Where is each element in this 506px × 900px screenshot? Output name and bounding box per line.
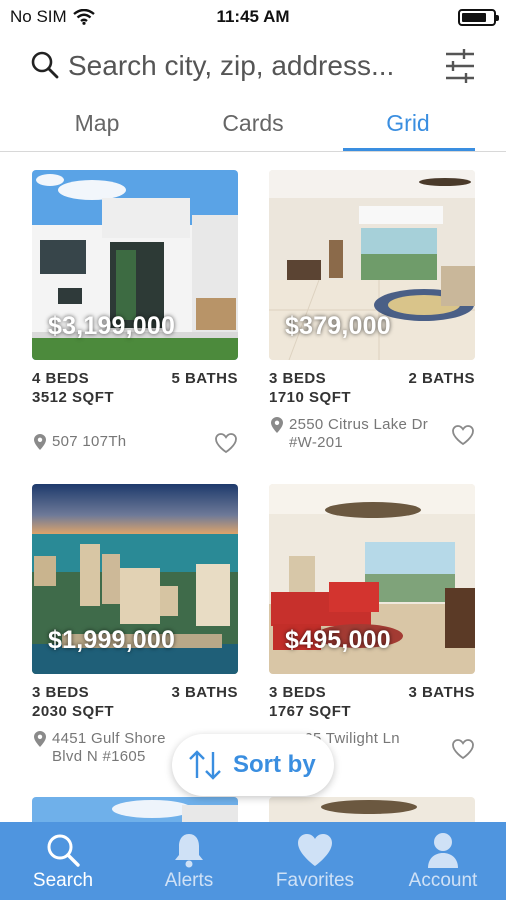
location-pin-icon [34,434,46,450]
status-time: 11:45 AM [216,7,290,26]
active-tab-indicator [343,148,475,151]
sort-by-label: Sort by [233,751,316,778]
listing-baths: 2 BATHS [408,370,475,387]
listing-sqft: 2030 SQFT [32,703,115,720]
listing-photo-partial[interactable] [269,797,475,822]
listing-beds: 4 BEDS [32,370,90,387]
tab-cards[interactable]: Cards [188,110,318,137]
listing-beds: 3 BEDS [32,684,90,701]
listing-price: $1,999,000 [48,626,176,654]
listing-address-line1: 507 107Th [52,433,127,450]
heart-outline-icon[interactable] [214,432,238,454]
heart-outline-icon[interactable] [451,424,475,446]
listing-sqft: 3512 SQFT [32,389,115,406]
listing-card[interactable]: $1,999,000 3 BEDS 3 BATHS 2030 SQFT 4451… [32,484,238,774]
person-icon [428,833,458,868]
heart-icon [298,834,332,866]
listing-price: $495,000 [285,626,391,654]
sort-by-button[interactable]: Sort by [172,734,334,796]
listing-card[interactable]: $379,000 3 BEDS 2 BATHS 1710 SQFT 2550 C… [269,170,475,452]
filter-sliders-icon[interactable] [444,48,476,84]
listing-photo[interactable]: $3,199,000 [32,170,238,360]
status-bar: No SIM 11:45 AM [0,0,506,34]
tab-grid[interactable]: Grid [343,110,473,137]
nav-item-account[interactable]: Account [380,822,506,900]
nav-item-alerts[interactable]: Alerts [126,822,252,900]
listing-address-line2: #W-201 [289,434,344,451]
listing-photo-image [269,797,475,822]
listing-photo-image [32,797,238,822]
listing-price: $379,000 [285,312,391,340]
bell-icon [175,834,203,868]
listing-baths: 5 BATHS [171,370,238,387]
search-icon [47,834,80,867]
listing-sqft: 1710 SQFT [269,389,352,406]
nav-item-search[interactable]: Search [0,822,126,900]
battery-icon [458,9,499,26]
listing-photo[interactable]: $495,000 [269,484,475,674]
listing-address: 2550 Citrus Lake Dr #W-201 [289,416,449,452]
nav-item-favorites[interactable]: Favorites [252,822,378,900]
listing-photo-partial[interactable] [32,797,238,822]
listing-address: 507 107Th [52,433,212,451]
location-pin-icon [34,731,46,747]
search-icon [31,51,59,79]
listing-beds: 3 BEDS [269,370,327,387]
listing-photo[interactable]: $1,999,000 [32,484,238,674]
listing-card[interactable]: $3,199,000 4 BEDS 5 BATHS 3512 SQFT 507 … [32,170,238,454]
view-tabs: Map Cards Grid [0,104,506,152]
nav-item-label: Search [32,870,94,891]
location-pin-icon [271,417,283,433]
listing-sqft: 1767 SQFT [269,703,352,720]
sort-arrows-icon [189,750,221,780]
listing-baths: 3 BATHS [171,684,238,701]
nav-item-label: Favorites [275,870,355,891]
nav-item-label: Alerts [164,870,214,891]
listing-card[interactable]: $495,000 3 BEDS 3 BATHS 1767 SQFT …65 Tw… [269,484,475,774]
listing-address-line1: 2550 Citrus Lake Dr [289,416,429,433]
listing-photo[interactable]: $379,000 [269,170,475,360]
tab-map[interactable]: Map [32,110,162,137]
heart-outline-icon[interactable] [451,738,475,760]
battery-fill [462,13,486,22]
search-bar[interactable]: Search city, zip, address... [0,44,506,94]
listing-baths: 3 BATHS [408,684,475,701]
listing-beds: 3 BEDS [269,684,327,701]
bottom-nav: Search Alerts Favorites Account [0,822,506,900]
search-input[interactable]: Search city, zip, address... [68,50,394,82]
nav-item-label: Account [408,870,478,891]
listing-price: $3,199,000 [48,312,176,340]
